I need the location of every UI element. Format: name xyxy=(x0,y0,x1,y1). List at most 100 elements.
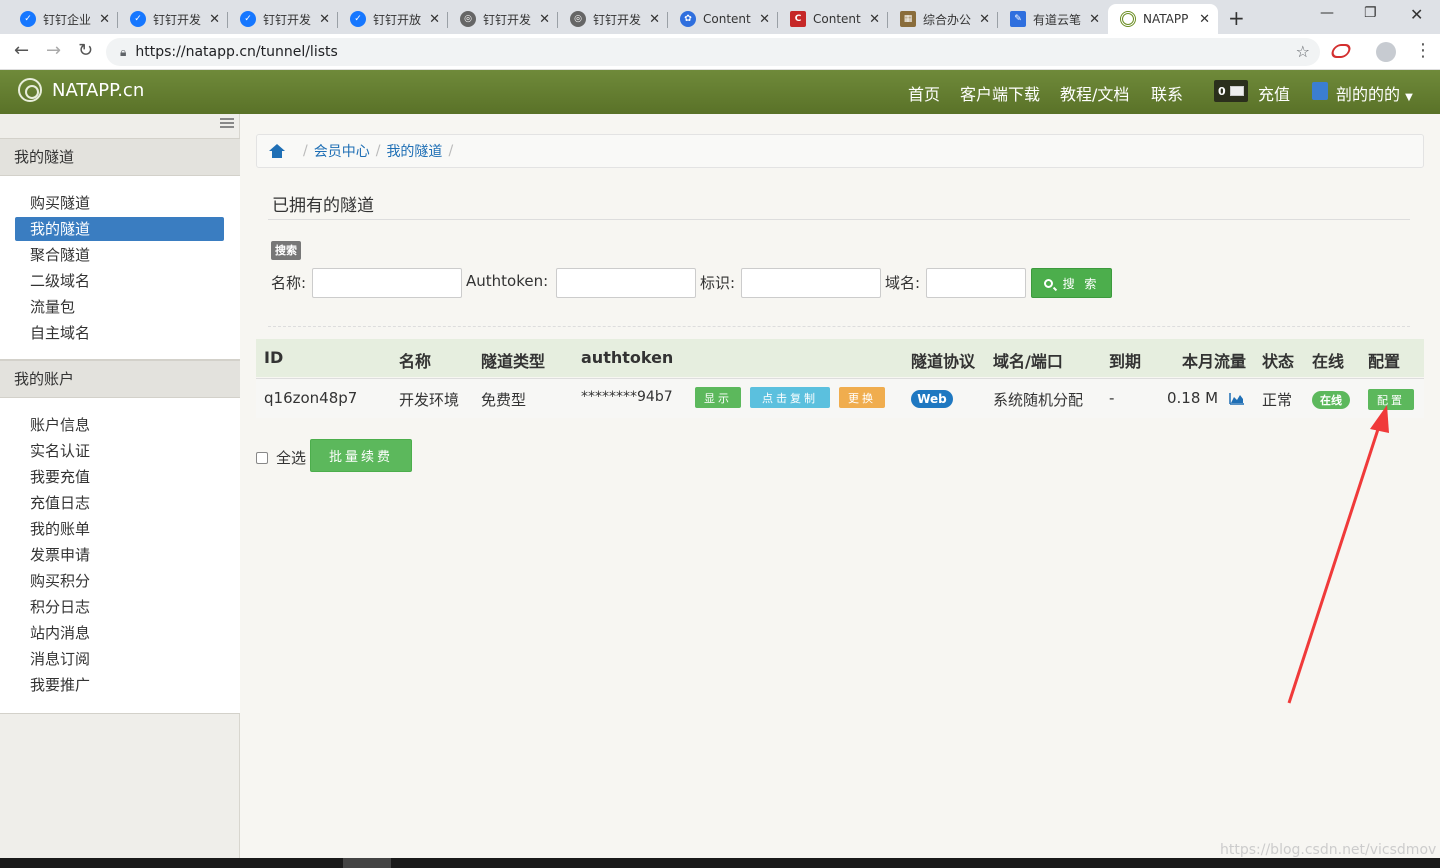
sidebar-item-account-info[interactable]: 账户信息 xyxy=(15,413,224,437)
browser-tab[interactable]: C Content ✕ xyxy=(778,4,888,34)
back-arrow-icon[interactable]: ← xyxy=(14,40,29,61)
message-badge[interactable]: 0 xyxy=(1214,80,1248,102)
globe-icon: ◎ xyxy=(570,11,586,27)
lock-icon: 🔒︎ xyxy=(120,44,127,59)
brand-logo[interactable]: NATAPP.cn xyxy=(18,78,144,102)
browser-tab[interactable]: ✓ 钉钉开发 ✕ xyxy=(228,4,338,34)
browser-tab[interactable]: ◎ 钉钉开发 ✕ xyxy=(558,4,668,34)
sidebar-section-tunnels[interactable]: 我的隧道 xyxy=(0,138,240,176)
home-icon[interactable] xyxy=(269,144,285,158)
close-tab-icon[interactable]: ✕ xyxy=(649,12,660,27)
close-tab-icon[interactable]: ✕ xyxy=(869,12,880,27)
batch-renew-button[interactable]: 批量续费 xyxy=(310,439,412,472)
close-tab-icon[interactable]: ✕ xyxy=(1089,12,1100,27)
sidebar-item-my-bills[interactable]: 我的账单 xyxy=(15,517,224,541)
select-all-checkbox[interactable] xyxy=(256,451,268,464)
breadcrumb-my-tunnels[interactable]: 我的隧道 xyxy=(386,141,442,161)
sidebar-item-my-tunnels[interactable]: 我的隧道 xyxy=(15,217,224,241)
domain-filter-label: 域名: xyxy=(885,274,921,292)
close-tab-icon[interactable]: ✕ xyxy=(209,12,220,27)
sidebar-item-buy-tunnel[interactable]: 购买隧道 xyxy=(15,191,224,215)
sidebar-item-points-log[interactable]: 积分日志 xyxy=(15,595,224,619)
domain-filter-input[interactable] xyxy=(926,268,1026,298)
show-token-button[interactable]: 显示 xyxy=(695,387,741,408)
authtoken-filter-input[interactable] xyxy=(556,268,696,298)
close-tab-icon[interactable]: ✕ xyxy=(99,12,110,27)
nav-recharge[interactable]: 充值 xyxy=(1258,81,1290,105)
caret-down-icon: ▼ xyxy=(1405,92,1413,103)
sidebar-item-traffic-pack[interactable]: 流量包 xyxy=(15,295,224,319)
tag-filter-label: 标识: xyxy=(700,274,736,292)
new-tab-button[interactable]: + xyxy=(1228,6,1245,30)
config-button[interactable]: 配置 xyxy=(1368,389,1414,410)
sidebar-item-messages[interactable]: 站内消息 xyxy=(15,621,224,645)
browser-tab[interactable]: ✿ Content ✕ xyxy=(668,4,778,34)
bookmark-star-icon[interactable]: ☆ xyxy=(1296,42,1310,61)
column-domain: 域名/端口 xyxy=(993,352,1063,371)
user-menu[interactable]: 剖的的的 ▼ xyxy=(1336,81,1413,105)
search-button[interactable]: 搜 索 xyxy=(1031,268,1112,298)
name-filter-input[interactable] xyxy=(312,268,462,298)
close-tab-icon[interactable]: ✕ xyxy=(759,12,770,27)
url-text[interactable]: https://natapp.cn/tunnel/lists xyxy=(135,44,337,60)
copy-token-button[interactable]: 点击复制 xyxy=(750,387,830,408)
sidebar-item-own-domain[interactable]: 自主域名 xyxy=(15,321,224,345)
tunnel-id: q16zon48p7 xyxy=(264,389,358,407)
column-authtoken: authtoken xyxy=(581,348,674,367)
sidebar-item-subdomain[interactable]: 二级域名 xyxy=(15,269,224,293)
close-tab-icon[interactable]: ✕ xyxy=(979,12,990,27)
natapp-icon xyxy=(1120,11,1136,27)
column-name: 名称 xyxy=(399,352,432,371)
nav-download[interactable]: 客户端下载 xyxy=(960,81,1040,105)
nav-contact[interactable]: 联系 xyxy=(1151,81,1183,105)
browser-tab[interactable]: ▦ 综合办公 ✕ xyxy=(888,4,998,34)
close-tab-icon[interactable]: ✕ xyxy=(539,12,550,27)
sidebar-item-promotion[interactable]: 我要推广 xyxy=(15,673,224,697)
close-tab-icon[interactable]: ✕ xyxy=(1199,12,1210,27)
sidebar-item-recharge-log[interactable]: 充值日志 xyxy=(15,491,224,515)
envelope-icon xyxy=(1229,86,1244,96)
browser-tab[interactable]: ◎ 钉钉开发 ✕ xyxy=(448,4,558,34)
browser-tab-active[interactable]: NATAPP ✕ xyxy=(1108,4,1218,34)
nav-home[interactable]: 首页 xyxy=(908,81,940,105)
sidebar-item-aggregate-tunnel[interactable]: 聚合隧道 xyxy=(15,243,224,267)
close-window-icon[interactable]: ✕ xyxy=(1410,5,1423,24)
browser-tab-bar: ✓ 钉钉企业 ✕ ✓ 钉钉开发 ✕ ✓ 钉钉开发 ✕ ✓ 钉钉开放 ✕ ◎ 钉钉开发 ✕ ◎ 钉钉开发… xyxy=(0,0,1440,34)
tag-filter-input[interactable] xyxy=(741,268,881,298)
menu-kebab-icon[interactable]: ⋮ xyxy=(1414,40,1432,61)
sidebar-item-subscriptions[interactable]: 消息订阅 xyxy=(15,647,224,671)
sidebar-item-buy-points[interactable]: 购买积分 xyxy=(15,569,224,593)
sidebar-item-invoice[interactable]: 发票申请 xyxy=(15,543,224,567)
breadcrumb-member-center[interactable]: 会员中心 xyxy=(314,141,370,161)
browser-tab[interactable]: ✓ 钉钉开放 ✕ xyxy=(338,4,448,34)
minimize-icon[interactable]: — xyxy=(1320,5,1334,21)
reload-icon[interactable]: ↻ xyxy=(78,40,93,61)
select-all[interactable]: 全选 xyxy=(256,447,306,468)
close-tab-icon[interactable]: ✕ xyxy=(319,12,330,27)
dingtalk-icon: ✓ xyxy=(130,11,146,27)
url-bar[interactable]: 🔒︎ https://natapp.cn/tunnel/lists ☆ xyxy=(106,38,1320,66)
sidebar-item-verification[interactable]: 实名认证 xyxy=(15,439,224,463)
browser-tab[interactable]: ✎ 有道云笔 ✕ xyxy=(998,4,1108,34)
youdao-note-icon: ✎ xyxy=(1010,11,1026,27)
browser-tab[interactable]: ✓ 钉钉开发 ✕ xyxy=(118,4,228,34)
collapse-sidebar-icon[interactable] xyxy=(220,118,234,128)
dingtalk-icon: ✓ xyxy=(350,11,366,27)
forward-arrow-icon[interactable]: → xyxy=(46,40,61,61)
area-chart-icon[interactable] xyxy=(1229,392,1245,405)
browser-tab[interactable]: ✓ 钉钉企业 ✕ xyxy=(8,4,118,34)
column-status: 状态 xyxy=(1262,352,1295,371)
breadcrumb: / 会员中心 / 我的隧道 / xyxy=(256,134,1424,168)
nav-docs[interactable]: 教程/文档 xyxy=(1060,81,1129,105)
close-tab-icon[interactable]: ✕ xyxy=(429,12,440,27)
csdn-icon: C xyxy=(790,11,806,27)
column-expire: 到期 xyxy=(1109,352,1142,371)
sidebar-section-account[interactable]: 我的账户 xyxy=(0,360,240,398)
brand-name: NATAPP.cn xyxy=(52,79,145,101)
change-token-button[interactable]: 更换 xyxy=(839,387,885,408)
sidebar-item-recharge[interactable]: 我要充值 xyxy=(15,465,224,489)
globe-icon: ◎ xyxy=(460,11,476,27)
user-icon xyxy=(1312,82,1328,100)
profile-avatar-icon[interactable] xyxy=(1376,42,1396,62)
restore-icon[interactable]: ❐ xyxy=(1364,5,1377,21)
